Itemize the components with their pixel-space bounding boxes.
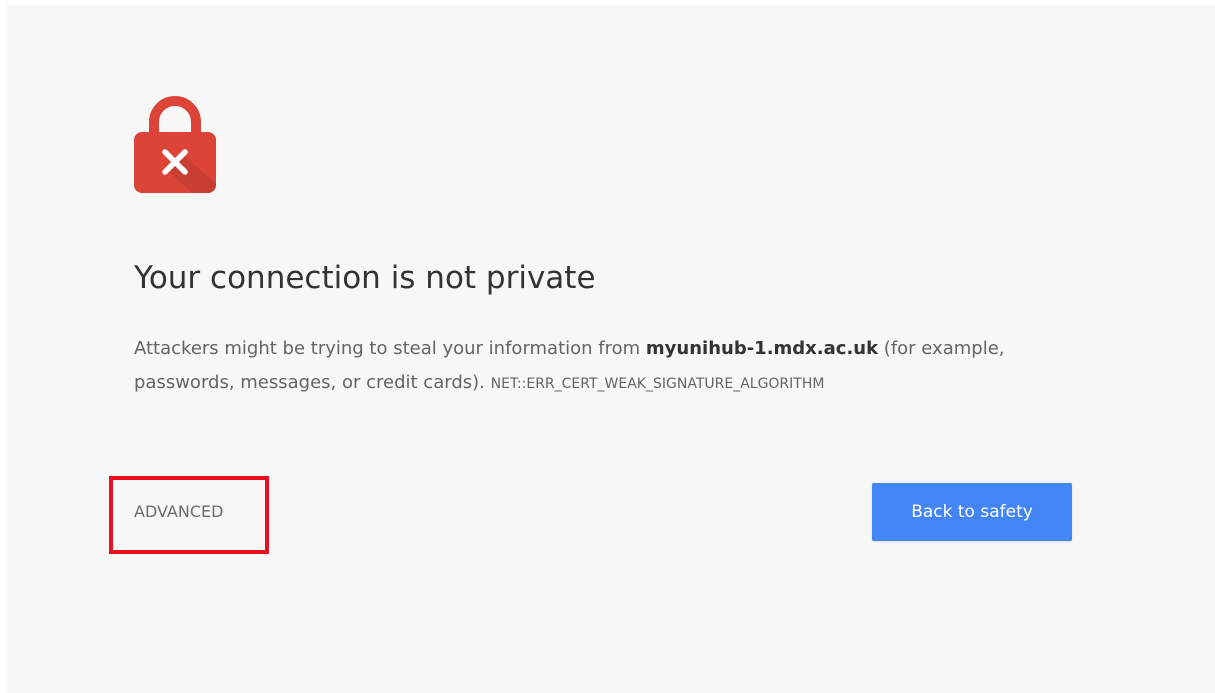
back-to-safety-button[interactable]: Back to safety bbox=[872, 483, 1072, 541]
page-title: Your connection is not private bbox=[134, 260, 596, 296]
lock-error-icon bbox=[134, 96, 216, 193]
advanced-button[interactable]: ADVANCED bbox=[134, 498, 223, 526]
error-code[interactable]: NET::ERR_CERT_WEAK_SIGNATURE_ALGORITHM bbox=[491, 376, 825, 392]
interstitial-page: Your connection is not private Attackers… bbox=[7, 5, 1215, 693]
site-hostname: myunihub-1.mdx.ac.uk bbox=[645, 338, 879, 359]
warning-text-prefix: Attackers might be trying to steal your … bbox=[134, 338, 646, 359]
warning-message: Attackers might be trying to steal your … bbox=[134, 332, 1094, 401]
